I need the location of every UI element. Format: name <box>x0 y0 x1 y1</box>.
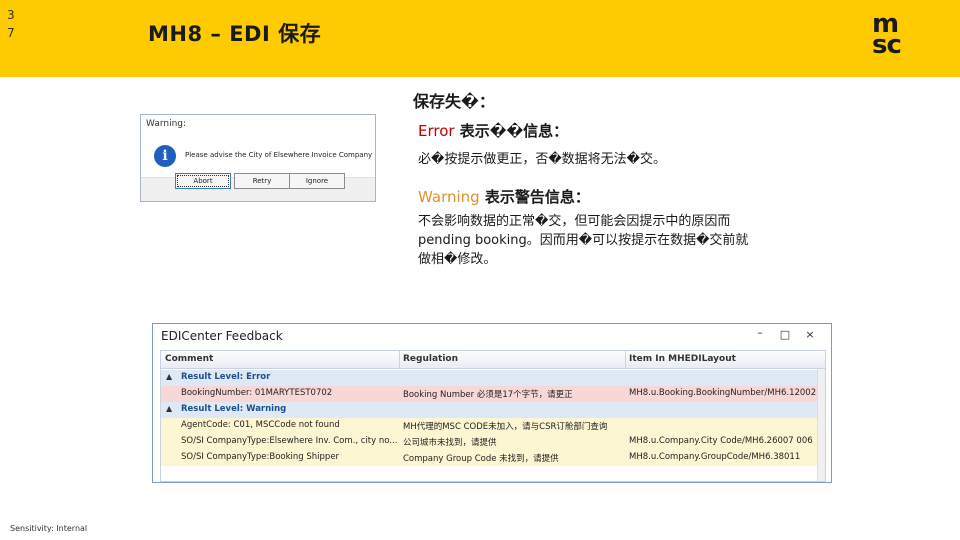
table-row[interactable]: SO/SI CompanyType:Elsewhere Inv. Com., c… <box>161 434 825 450</box>
header-band: 3 7 MH8 – EDI 保存 m sc <box>0 0 960 77</box>
window-title: EDICenter Feedback <box>161 329 283 343</box>
column-divider[interactable] <box>399 351 400 369</box>
vertical-scrollbar[interactable] <box>817 369 825 481</box>
table-row[interactable]: BookingNumber: 01MARYTEST0702 Booking Nu… <box>161 386 825 402</box>
warning-line: 不会影响数据的正常�交，但可能会因提示中的原因而 <box>418 214 731 229</box>
warning-heading: Warning 表示警告信息： <box>418 186 590 207</box>
cell-regulation: Booking Number 必须是17个字节，请更正 <box>403 390 573 400</box>
column-divider[interactable] <box>625 351 626 369</box>
warning-line: pending booking。因而用�可以按提示在数据�交前就 <box>418 233 749 248</box>
slide-number-line1: 3 <box>7 8 15 22</box>
group-label: Result Level: Error <box>181 372 271 382</box>
warning-dialog: Warning: i Please advise the City of Els… <box>140 114 376 202</box>
table-row[interactable]: AgentCode: C01, MSCCode not found MH代理的M… <box>161 418 825 434</box>
warning-line: 做相�修改。 <box>418 252 497 267</box>
abort-button[interactable]: Abort <box>175 173 231 189</box>
maximize-icon[interactable]: □ <box>778 328 792 341</box>
cell-item: MH8.u.Company.City Code/MH6.26007 006 <box>629 436 813 446</box>
column-header-comment[interactable]: Comment <box>165 354 213 364</box>
cell-comment: BookingNumber: 01MARYTEST0702 <box>181 388 333 398</box>
collapse-icon[interactable]: ▲ <box>166 404 172 413</box>
slide-number-line2: 7 <box>7 26 15 40</box>
error-description: 必�按提示做更正，否�数据将无法�交。 <box>418 152 666 167</box>
cell-item: MH8.u.Company.GroupCode/MH6.38011 <box>629 452 801 462</box>
cell-comment: AgentCode: C01, MSCCode not found <box>181 420 340 430</box>
msc-logo: m sc <box>872 11 922 62</box>
feedback-grid: Comment Regulation Item In MHEDILayout ▲… <box>160 350 826 482</box>
minimize-icon[interactable]: – <box>753 326 767 339</box>
column-header-item[interactable]: Item In MHEDILayout <box>629 354 736 364</box>
cell-regulation: Company Group Code 未找到，请提供 <box>403 454 559 464</box>
retry-button[interactable]: Retry <box>234 173 290 189</box>
ignore-button[interactable]: Ignore <box>289 173 345 189</box>
dialog-title: Warning: <box>146 119 187 129</box>
logo-text-bottom: sc <box>872 30 902 61</box>
slide: 3 7 MH8 – EDI 保存 m sc 保存失�： Error 表示��信息… <box>0 0 960 540</box>
warning-description: 不会影响数据的正常�交，但可能会因提示中的原因而 pending booking… <box>418 212 818 269</box>
group-label: Result Level: Warning <box>181 404 287 414</box>
table-row[interactable]: SO/SI CompanyType:Booking Shipper Compan… <box>161 450 825 466</box>
cell-regulation: MH代理的MSC CODE未加入，请与CSR订舱部门查询 <box>403 422 608 432</box>
edicenter-feedback-window: EDICenter Feedback – □ × Comment Regulat… <box>152 323 832 483</box>
slide-title: MH8 – EDI 保存 <box>148 22 322 46</box>
error-keyword: Error <box>418 122 455 140</box>
cell-comment: SO/SI CompanyType:Elsewhere Inv. Com., c… <box>181 436 398 446</box>
dialog-message: Please advise the City of Elsewhere Invo… <box>185 151 373 159</box>
column-header-regulation[interactable]: Regulation <box>403 354 458 364</box>
sensitivity-label: Sensitivity: Internal <box>10 524 88 533</box>
info-icon: i <box>154 145 176 167</box>
close-icon[interactable]: × <box>803 328 817 341</box>
group-row-warning[interactable]: ▲ Result Level: Warning <box>161 402 825 418</box>
slide-number: 3 7 <box>7 6 17 42</box>
cell-comment: SO/SI CompanyType:Booking Shipper <box>181 452 340 462</box>
cell-item: MH8.u.Booking.BookingNumber/MH6.12002 <box>629 388 817 398</box>
error-heading-text: 表示��信息： <box>454 122 569 140</box>
cell-regulation: 公司城市未找到，请提供 <box>403 438 497 448</box>
error-heading: Error 表示��信息： <box>418 120 568 141</box>
warning-keyword: Warning <box>418 188 480 206</box>
save-failed-heading: 保存失�： <box>413 92 495 111</box>
grid-header: Comment Regulation Item In MHEDILayout <box>161 351 825 369</box>
collapse-icon[interactable]: ▲ <box>166 372 172 381</box>
group-row-error[interactable]: ▲ Result Level: Error <box>161 370 825 386</box>
warning-heading-text: 表示警告信息： <box>479 188 590 206</box>
